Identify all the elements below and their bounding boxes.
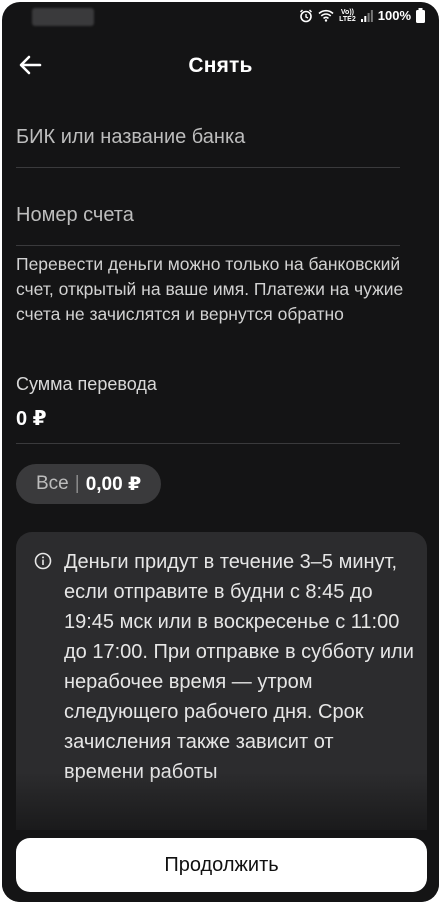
- continue-button[interactable]: Продолжить: [16, 838, 427, 892]
- battery-icon: [416, 8, 425, 23]
- withdraw-all-chip[interactable]: Все | 0,00 ₽: [16, 464, 162, 504]
- bik-placeholder: БИК или название банка: [16, 126, 246, 148]
- status-icons: Vo)) LTE2 100%: [299, 8, 425, 23]
- header: Снять: [2, 42, 439, 92]
- network-type-label: LTE2: [339, 15, 356, 23]
- info-text: Деньги придут в течение 3–5 минут, если …: [64, 551, 414, 783]
- page-title: Снять: [188, 54, 253, 77]
- amount-input[interactable]: 0 ₽: [16, 406, 47, 431]
- app-screen: Vo)) LTE2 100% Снять БИК или название ба…: [2, 2, 439, 902]
- bik-input[interactable]: БИК или название банка: [16, 112, 400, 168]
- alarm-icon: [300, 9, 313, 22]
- amount-underline: [16, 443, 400, 444]
- chip-separator: |: [74, 473, 80, 494]
- account-placeholder: Номер счета: [16, 204, 134, 226]
- amount-label: Сумма перевода: [16, 374, 157, 394]
- info-circle-icon: [34, 552, 52, 570]
- battery-percent: 100%: [377, 8, 411, 23]
- volte-label: Vo)): [340, 8, 354, 16]
- status-bar: Vo)) LTE2 100%: [2, 2, 439, 32]
- status-time-blurred: [32, 8, 94, 26]
- account-number-input[interactable]: Номер счета: [16, 190, 400, 246]
- chip-all-label: Все: [36, 473, 69, 494]
- lte-icon: Vo)) LTE2: [339, 9, 356, 23]
- chip-balance: 0,00 ₽: [85, 473, 142, 495]
- transfer-notice: Перевести деньги можно только на банковс…: [16, 254, 404, 324]
- wifi-icon: [318, 9, 334, 22]
- signal-icon: [360, 9, 373, 22]
